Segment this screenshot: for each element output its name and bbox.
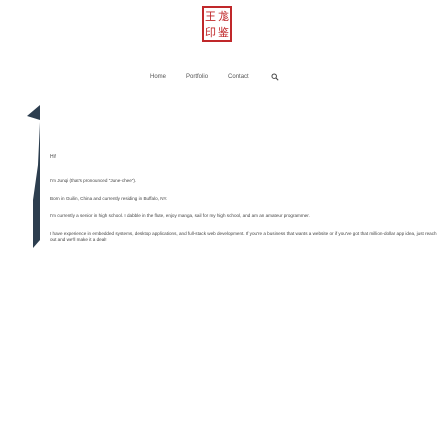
about-content: I'm Junqi (that's pronounced "June-chee"… <box>50 178 447 255</box>
seal-char: 王 <box>205 9 216 23</box>
greeting: Hi! <box>50 154 57 160</box>
seal-char: 印 <box>205 25 216 39</box>
about-paragraph: I'm Junqi (that's pronounced "June-chee"… <box>50 178 137 183</box>
seal-char: 尨 <box>218 9 229 23</box>
main-nav: Home Portfolio Contact <box>150 70 279 84</box>
decorative-shape <box>27 0 40 248</box>
nav-contact-link[interactable]: Contact <box>228 74 249 80</box>
seal-logo: 王 尨 印 鉴 <box>202 6 232 42</box>
about-paragraph: I have experience in embedded systems, d… <box>50 230 437 243</box>
about-paragraph: Born in Guilin, China and currently resi… <box>50 195 168 201</box>
search-icon[interactable] <box>271 73 279 81</box>
nav-home-link[interactable]: Home <box>150 74 166 80</box>
about-paragraph: I'm currently a senior in high school. I… <box>50 213 310 218</box>
seal-char: 鉴 <box>218 25 229 39</box>
nav-portfolio-link[interactable]: Portfolio <box>186 74 208 80</box>
